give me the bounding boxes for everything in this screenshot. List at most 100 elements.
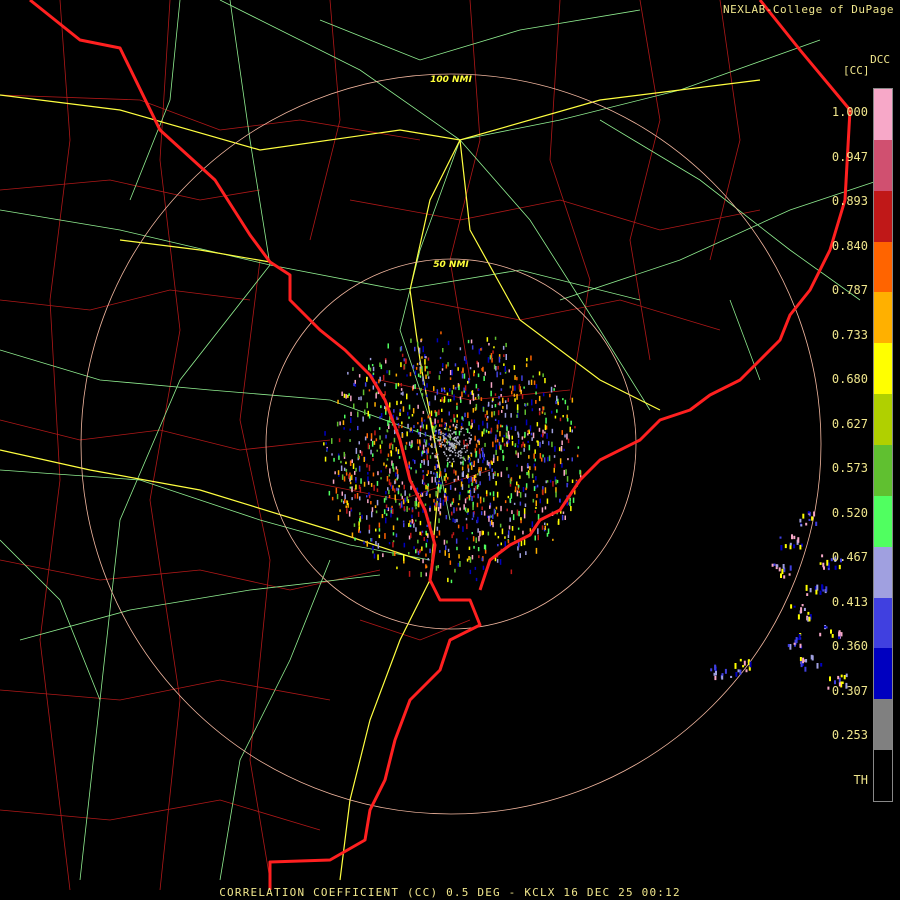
echo-pixel xyxy=(507,495,510,499)
echo-pixel xyxy=(571,479,574,483)
echo-pixel xyxy=(425,564,427,569)
product-footer: CORRELATION COEFFICIENT (CC) 0.5 DEG - K… xyxy=(219,886,681,899)
echo-pixel xyxy=(346,508,348,514)
echo-pixel xyxy=(532,432,535,439)
echo-pixel xyxy=(473,545,475,549)
echo-pixel xyxy=(423,419,426,422)
echo-pixel xyxy=(349,486,352,489)
echo-pixel xyxy=(349,460,352,466)
echo-pixel xyxy=(457,524,460,529)
echo-pixel xyxy=(337,399,339,404)
echo-pixel xyxy=(357,454,360,459)
echo-pixel xyxy=(429,493,431,498)
echo-pixel xyxy=(397,449,400,454)
echo-pixel xyxy=(513,365,516,370)
echo-pixel xyxy=(452,384,455,390)
echo-pixel xyxy=(490,390,492,397)
echo-pixel xyxy=(345,472,348,476)
echo-pixel xyxy=(570,420,572,425)
echo-pixel xyxy=(463,445,466,448)
echo-pixel xyxy=(531,473,534,479)
echo-pixel xyxy=(544,506,547,510)
colorbar-tick-label: 0.413 xyxy=(831,594,868,609)
echo-pixel xyxy=(449,446,452,449)
echo-pixel xyxy=(381,514,384,519)
echo-pixel xyxy=(435,565,438,571)
echo-pixel xyxy=(434,476,437,483)
echo-pixel xyxy=(509,498,511,503)
echo-pixel xyxy=(482,565,485,570)
echo-pixel xyxy=(502,455,505,461)
echo-pixel xyxy=(371,511,373,518)
echo-pixel xyxy=(349,439,351,442)
echo-pixel xyxy=(437,439,439,442)
echo-pixel xyxy=(499,372,502,375)
echo-pixel xyxy=(555,400,557,405)
echo-pixel xyxy=(379,416,381,420)
echo-pixel xyxy=(805,584,808,591)
echo-pixel xyxy=(449,461,451,463)
echo-pixel xyxy=(382,374,385,380)
echo-pixel xyxy=(550,386,553,393)
echo-pixel xyxy=(392,542,394,548)
echo-pixel xyxy=(372,385,375,390)
echo-pixel xyxy=(562,415,564,418)
echo-pixel xyxy=(422,346,424,353)
echo-pixel xyxy=(477,362,479,368)
echo-pixel xyxy=(468,478,470,484)
echo-pixel xyxy=(544,412,546,415)
echo-pixel xyxy=(334,471,336,475)
echo-pixel xyxy=(379,435,381,440)
echo-pixel xyxy=(782,564,785,569)
echo-pixel xyxy=(403,365,405,370)
echo-pixel xyxy=(375,438,378,442)
echo-pixel xyxy=(464,507,467,512)
echo-pixel xyxy=(542,406,545,410)
echo-pixel xyxy=(519,475,521,479)
echo-pixel xyxy=(566,433,568,440)
echo-pixel xyxy=(446,459,449,462)
echo-pixel xyxy=(550,410,553,414)
echo-pixel xyxy=(422,381,425,385)
echo-pixel xyxy=(504,412,507,418)
echo-pixel xyxy=(742,665,745,668)
echo-pixel xyxy=(487,415,489,419)
echo-pixel xyxy=(417,539,419,544)
echo-pixel xyxy=(539,498,541,504)
echo-pixel xyxy=(529,466,531,470)
echo-pixel xyxy=(465,359,467,365)
echo-pixel xyxy=(483,429,485,435)
product-code: DCC xyxy=(870,53,890,66)
echo-pixel xyxy=(510,426,513,430)
echo-pixel xyxy=(526,357,528,362)
echo-pixel xyxy=(442,434,444,437)
echo-pixel xyxy=(526,402,529,406)
echo-pixel xyxy=(358,441,360,445)
echo-pixel xyxy=(468,546,471,550)
echo-pixel xyxy=(486,460,489,466)
echo-pixel xyxy=(432,422,434,426)
echo-pixel xyxy=(421,546,423,551)
echo-pixel xyxy=(350,395,352,402)
echo-pixel xyxy=(466,537,468,540)
echo-pixel xyxy=(548,455,551,462)
echo-pixel xyxy=(500,388,503,391)
echo-pixel xyxy=(469,440,471,445)
echo-pixel xyxy=(456,402,458,406)
echo-pixel xyxy=(370,438,373,441)
echo-pixel xyxy=(560,446,563,452)
echo-pixel xyxy=(443,451,445,453)
echo-pixel xyxy=(465,428,468,430)
echo-pixel xyxy=(438,478,441,481)
echo-pixel xyxy=(822,589,825,592)
echo-pixel xyxy=(412,459,414,462)
echo-pixel xyxy=(528,380,530,385)
echo-pixel xyxy=(324,431,326,436)
echo-pixel xyxy=(418,501,420,508)
echo-pixel xyxy=(403,358,405,362)
echo-pixel xyxy=(553,455,556,458)
radar-map: 50 NMI 100 NMI xyxy=(0,0,900,900)
echo-pixel xyxy=(516,490,519,497)
echo-pixel xyxy=(492,522,494,528)
echo-pixel xyxy=(789,565,792,571)
